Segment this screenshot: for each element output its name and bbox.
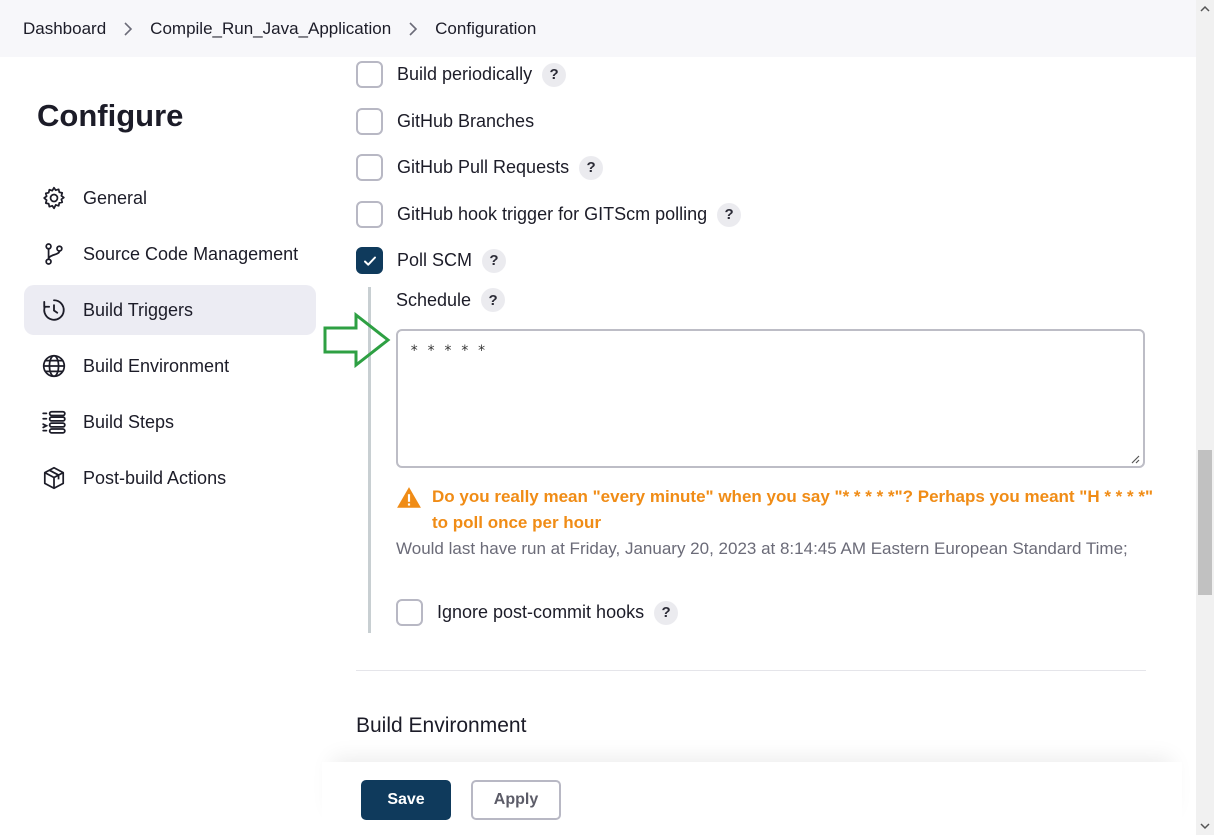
save-button[interactable]: Save xyxy=(361,780,451,820)
sidebar-item-label: General xyxy=(83,187,148,208)
ignore-post-commit-checkbox[interactable] xyxy=(396,599,423,626)
poll-scm-checkbox[interactable] xyxy=(356,247,383,274)
schedule-info: Would last have run at Friday, January 2… xyxy=(396,539,1128,558)
vertical-scrollbar[interactable] xyxy=(1196,0,1214,835)
checkmark-icon xyxy=(363,256,376,266)
breadcrumb: Dashboard Compile_Run_Java_Application C… xyxy=(0,0,1196,57)
resize-grip-icon[interactable] xyxy=(1130,454,1140,464)
schedule-warning: Do you really mean "every minute" when y… xyxy=(396,484,1156,536)
github-pull-requests-checkbox[interactable] xyxy=(356,154,383,181)
sidebar-item-label: Post-build Actions xyxy=(83,467,227,488)
package-icon xyxy=(40,465,67,492)
sidebar-item-label: Build Triggers xyxy=(83,299,194,320)
help-icon[interactable]: ? xyxy=(717,202,742,227)
apply-button[interactable]: Apply xyxy=(471,780,561,820)
chevron-right-icon xyxy=(106,20,150,37)
github-hook-row: GitHub hook trigger for GITScm polling ? xyxy=(356,201,742,228)
scroll-down-icon[interactable] xyxy=(1196,817,1214,835)
ignore-post-commit-label[interactable]: Ignore post-commit hooks xyxy=(437,602,644,623)
build-periodically-row: Build periodically ? xyxy=(356,61,567,88)
help-icon[interactable]: ? xyxy=(654,600,679,625)
schedule-textarea[interactable]: * * * * * xyxy=(396,329,1145,468)
schedule-label: Schedule xyxy=(396,289,472,310)
github-branches-label[interactable]: GitHub Branches xyxy=(397,111,534,132)
sidebar-item-source-code-management[interactable]: Source Code Management xyxy=(24,229,316,279)
build-periodically-label[interactable]: Build periodically xyxy=(397,64,532,85)
sidebar-item-build-environment[interactable]: Build Environment xyxy=(24,341,316,391)
clock-icon xyxy=(40,297,67,324)
sidebar-nav: General Source Code Management Build Tri… xyxy=(24,173,316,509)
bottom-action-bar: Save Apply xyxy=(322,762,1182,835)
sidebar-item-label: Source Code Management xyxy=(83,243,299,264)
warning-icon xyxy=(397,487,421,508)
sidebar-title: Configure xyxy=(37,98,184,133)
annotation-arrow-icon xyxy=(323,312,391,368)
github-pull-requests-row: GitHub Pull Requests ? xyxy=(356,154,604,181)
warning-text: Do you really mean "every minute" when y… xyxy=(432,487,1154,532)
build-environment-heading: Build Environment xyxy=(356,714,527,737)
poll-scm-label[interactable]: Poll SCM xyxy=(397,250,472,271)
github-branches-row: GitHub Branches xyxy=(356,108,534,135)
build-periodically-checkbox[interactable] xyxy=(356,61,383,88)
sidebar-item-build-steps[interactable]: Build Steps xyxy=(24,397,316,447)
sidebar-item-label: Build Steps xyxy=(83,411,175,432)
breadcrumb-configuration[interactable]: Configuration xyxy=(435,19,536,39)
globe-icon xyxy=(40,353,67,380)
help-icon[interactable]: ? xyxy=(482,248,507,273)
chevron-right-icon xyxy=(391,20,435,37)
sidebar-item-post-build-actions[interactable]: Post-build Actions xyxy=(24,453,316,503)
help-icon[interactable]: ? xyxy=(542,62,567,87)
github-pull-requests-label[interactable]: GitHub Pull Requests xyxy=(397,157,569,178)
sidebar-item-general[interactable]: General xyxy=(24,173,316,223)
gear-icon xyxy=(40,185,67,212)
schedule-label-row: Schedule ? xyxy=(396,288,506,312)
github-hook-checkbox[interactable] xyxy=(356,201,383,228)
github-branches-checkbox[interactable] xyxy=(356,108,383,135)
breadcrumb-dashboard[interactable]: Dashboard xyxy=(23,19,106,39)
poll-scm-row: Poll SCM ? xyxy=(356,247,507,274)
breadcrumb-job[interactable]: Compile_Run_Java_Application xyxy=(150,19,391,39)
sidebar-item-build-triggers[interactable]: Build Triggers xyxy=(24,285,316,335)
help-icon[interactable]: ? xyxy=(579,155,604,180)
scroll-up-icon[interactable] xyxy=(1196,0,1214,18)
sidebar-item-label: Build Environment xyxy=(83,355,230,376)
list-icon xyxy=(40,409,67,436)
help-icon[interactable]: ? xyxy=(481,288,506,312)
branch-icon xyxy=(40,241,67,268)
github-hook-label[interactable]: GitHub hook trigger for GITScm polling xyxy=(397,204,707,225)
scrollbar-thumb[interactable] xyxy=(1198,450,1212,595)
section-divider xyxy=(356,670,1146,671)
ignore-post-commit-row: Ignore post-commit hooks ? xyxy=(396,599,679,626)
